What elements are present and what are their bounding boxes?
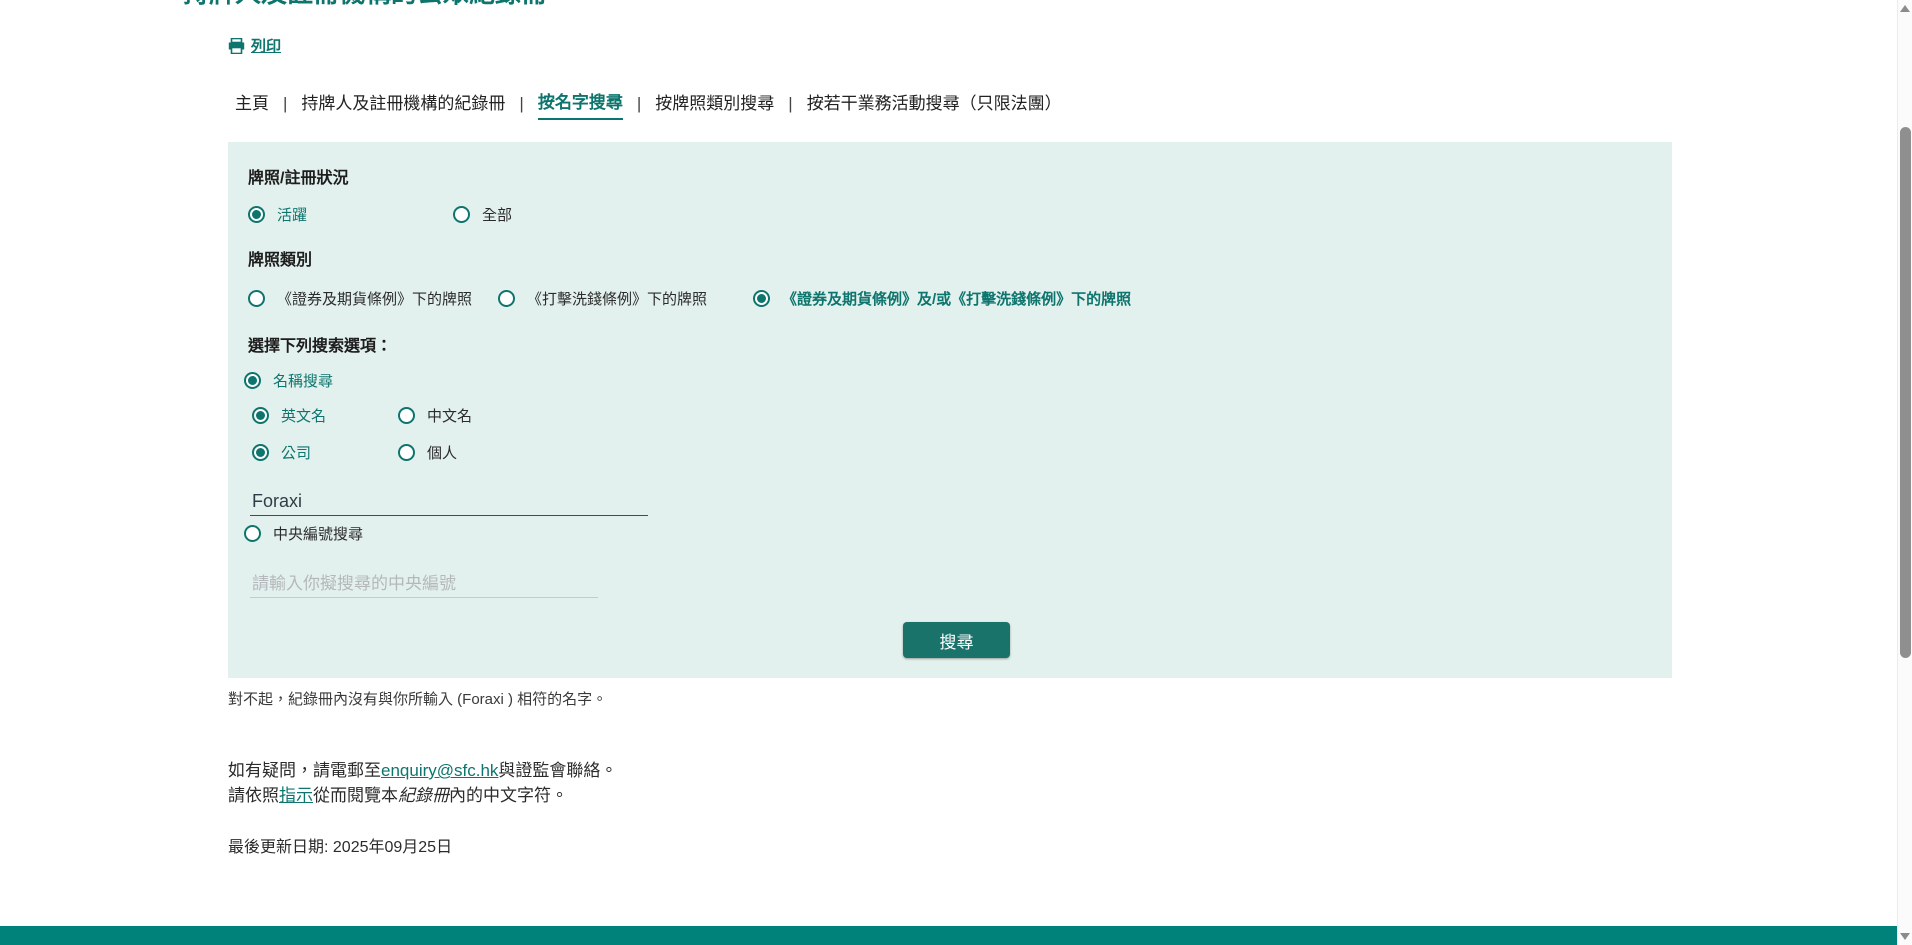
radio-type-sfo[interactable]: 《證券及期貨條例》下的牌照 [248,288,472,309]
radio-individual[interactable]: 個人 [398,442,457,463]
nav-tabs: 主頁 | 持牌人及註冊機構的紀錄冊 | 按名字搜尋 | 按牌照類別搜尋 | 按若… [235,88,1062,120]
print-label: 列印 [251,35,281,56]
contact-prefix: 如有疑問，請電郵至 [228,761,381,780]
instruction-suffix: 內的中文字符。 [449,786,568,805]
radio-icon [498,290,515,307]
email-link[interactable]: enquiry@sfc.hk [381,761,498,780]
radio-label: 公司 [281,442,311,463]
radio-label: 活躍 [277,204,307,225]
radio-icon [248,290,265,307]
radio-status-all[interactable]: 全部 [453,204,512,225]
print-link[interactable]: 列印 [228,35,281,56]
footer-bar [0,926,1897,945]
tab-search-by-activity[interactable]: 按若干業務活動搜尋（只限法團） [807,89,1062,119]
instruction-prefix: 請依照 [228,786,279,805]
instructions-link[interactable]: 指示 [279,786,313,805]
tab-home[interactable]: 主頁 [235,89,269,119]
radio-label: 英文名 [281,405,326,426]
page-title: 持牌人及註冊機構的公眾紀錄冊 [183,0,547,6]
radio-label: 中文名 [427,405,472,426]
page: 持牌人及註冊機構的公眾紀錄冊 列印 主頁 | 持牌人及註冊機構的紀錄冊 | 按名… [0,0,1912,945]
radio-icon [398,407,415,424]
tab-separator: | [788,94,792,114]
search-form-panel: 牌照/註冊狀況 活躍 全部 牌照類別 《證券及期貨條例》下的牌照 《打擊洗錢條例… [228,142,1672,678]
scrollbar-thumb[interactable] [1900,127,1911,658]
radio-icon [453,206,470,223]
radio-label: 全部 [482,204,512,225]
license-status-heading: 牌照/註冊狀況 [248,164,348,188]
radio-icon [244,525,261,542]
scroll-up-arrow-icon[interactable] [1900,5,1910,12]
search-options-heading: 選擇下列搜索選項： [248,332,392,356]
vertical-scrollbar[interactable] [1897,0,1912,945]
radio-corporation[interactable]: 公司 [252,442,311,463]
radio-label: 個人 [427,442,457,463]
tab-register[interactable]: 持牌人及註冊機構的紀錄冊 [301,89,505,119]
radio-status-active[interactable]: 活躍 [248,204,307,225]
radio-icon [753,290,770,307]
tab-separator: | [637,94,641,114]
radio-chinese-name[interactable]: 中文名 [398,405,472,426]
name-search-input[interactable] [250,488,648,516]
radio-icon [248,206,265,223]
radio-icon [398,444,415,461]
contact-block: 如有疑問，請電郵至enquiry@sfc.hk與證監會聯絡。 請依照指示從而閱覽… [228,758,617,808]
radio-name-search[interactable]: 名稱搜尋 [244,370,333,391]
radio-icon [252,407,269,424]
tab-search-by-licence-type[interactable]: 按牌照類別搜尋 [655,89,774,119]
radio-ce-number-search[interactable]: 中央編號搜尋 [244,523,363,544]
tab-separator: | [519,94,523,114]
radio-type-amlo[interactable]: 《打擊洗錢條例》下的牌照 [498,288,707,309]
radio-english-name[interactable]: 英文名 [252,405,326,426]
license-type-heading: 牌照類別 [248,246,312,270]
radio-type-both[interactable]: 《證券及期貨條例》及/或《打擊洗錢條例》下的牌照 [753,288,1131,309]
radio-label: 《證券及期貨條例》下的牌照 [277,288,472,309]
scroll-down-arrow-icon[interactable] [1900,933,1910,940]
contact-suffix: 與證監會聯絡。 [498,761,617,780]
last-updated-date: 最後更新日期: 2025年09月25日 [228,833,452,857]
radio-label: 中央編號搜尋 [273,523,363,544]
ce-number-input[interactable] [250,570,598,598]
radio-label: 《證券及期貨條例》及/或《打擊洗錢條例》下的牌照 [782,288,1131,309]
printer-icon [228,38,245,54]
tab-separator: | [283,94,287,114]
instruction-line: 請依照指示從而閱覽本紀錄冊內的中文字符。 [228,783,617,808]
instruction-mid: 從而閱覽本 [313,786,398,805]
search-button[interactable]: 搜尋 [903,622,1010,658]
register-italic: 紀錄冊 [398,786,449,805]
radio-label: 《打擊洗錢條例》下的牌照 [527,288,707,309]
radio-icon [244,372,261,389]
contact-line: 如有疑問，請電郵至enquiry@sfc.hk與證監會聯絡。 [228,758,617,783]
radio-icon [252,444,269,461]
tab-search-by-name[interactable]: 按名字搜尋 [538,88,623,120]
no-result-message: 對不起，紀錄冊內沒有與你所輸入 (Foraxi ) 相符的名字。 [228,688,607,709]
radio-label: 名稱搜尋 [273,370,333,391]
